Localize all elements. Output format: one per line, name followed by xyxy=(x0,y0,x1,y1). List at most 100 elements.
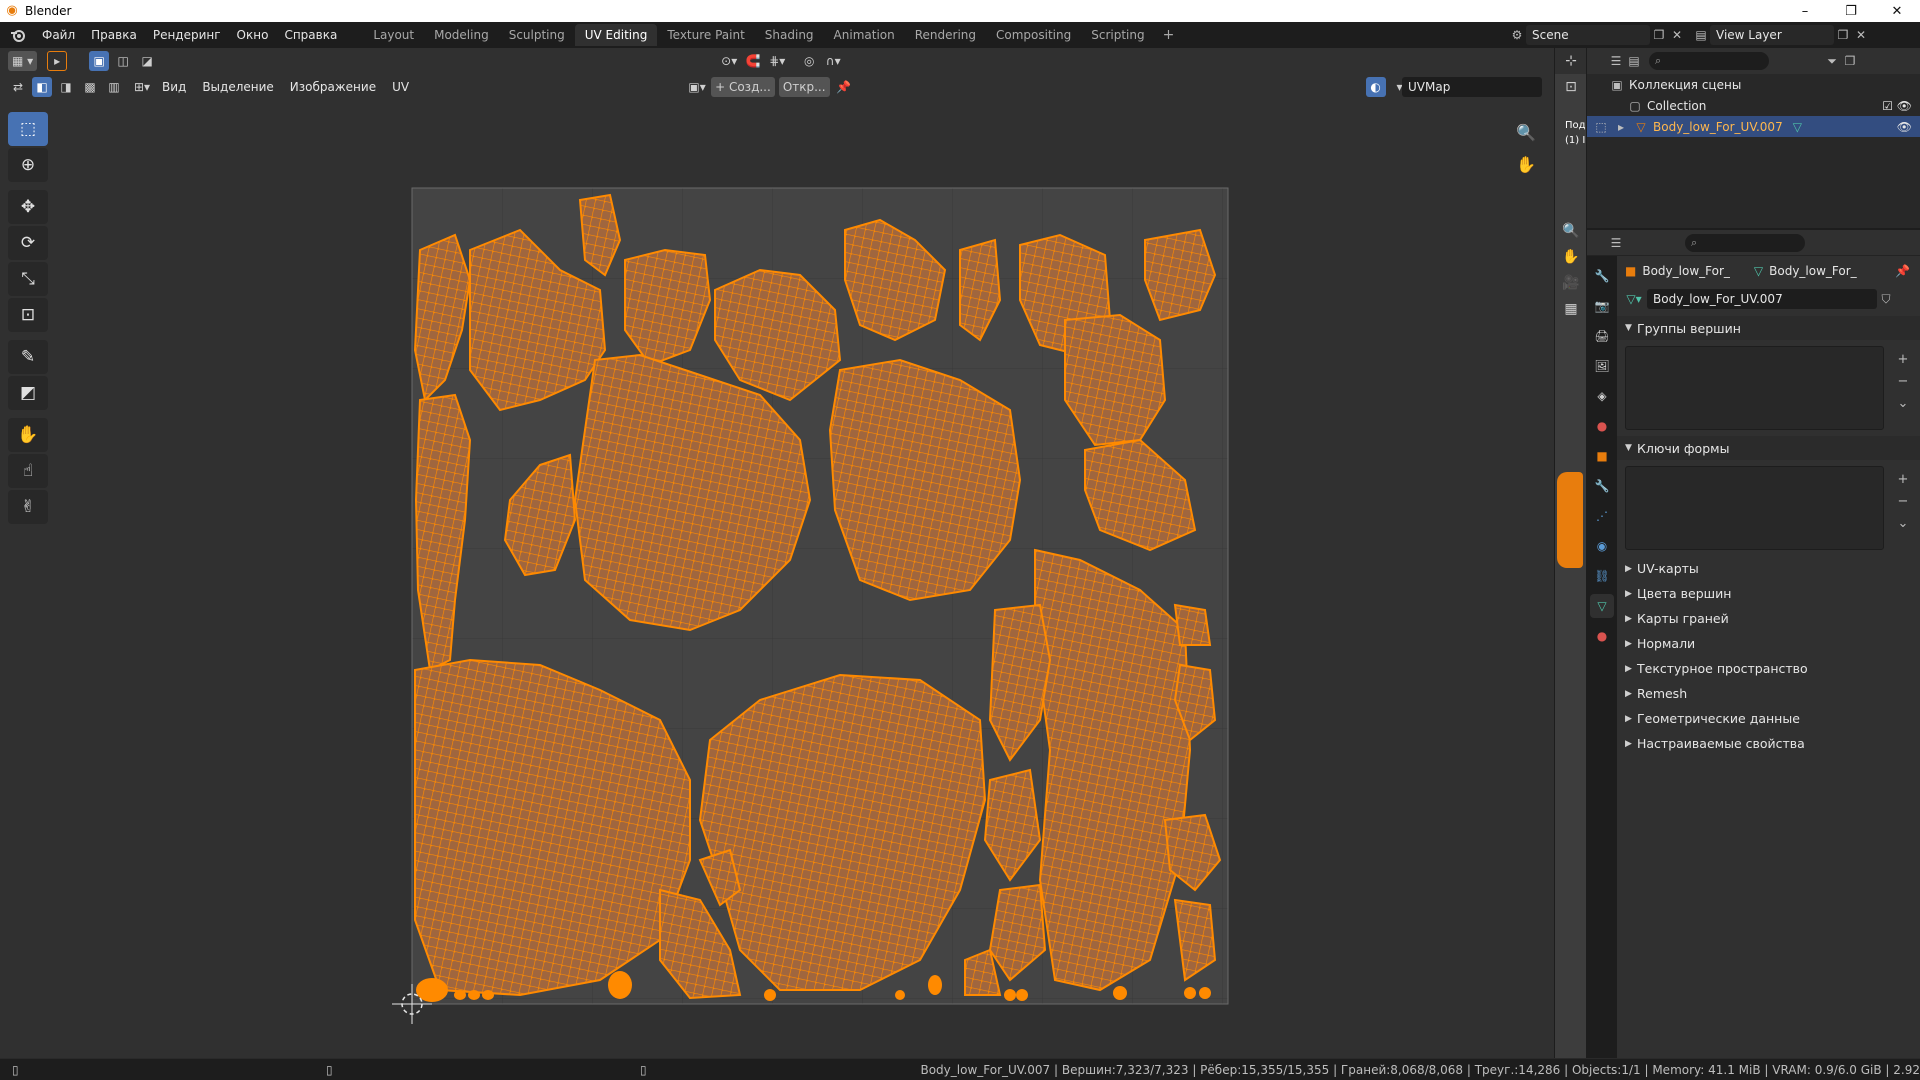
panel-uv-maps[interactable]: ▶ UV-карты xyxy=(1617,556,1920,581)
scene-tab-icon[interactable]: ◈ xyxy=(1590,384,1614,408)
panel-face-maps[interactable]: ▶ Карты граней xyxy=(1617,606,1920,631)
properties-editor-type-icon[interactable]: ☰ xyxy=(1607,234,1625,252)
panel-geometry-data[interactable]: ▶ Геометрические данные xyxy=(1617,706,1920,731)
pin-icon[interactable]: 📌 xyxy=(834,77,854,97)
select-subtract-icon[interactable]: ◪ xyxy=(137,51,157,71)
view-layer-tab-icon[interactable]: 🖼 xyxy=(1590,354,1614,378)
add-workspace-button[interactable]: + xyxy=(1155,27,1183,43)
tab-rendering[interactable]: Rendering xyxy=(905,24,986,46)
view3d-pan-icon[interactable]: ✋ xyxy=(1558,244,1584,270)
maximize-button[interactable]: ❐ xyxy=(1828,0,1874,22)
world-tab-icon[interactable]: ● xyxy=(1590,414,1614,438)
filter-icon[interactable]: ⏷ xyxy=(1823,52,1841,70)
add-vertex-group-button[interactable]: + xyxy=(1893,349,1913,371)
scene-icon[interactable]: ⚙ xyxy=(1508,26,1526,44)
output-tab-icon[interactable]: 🖨 xyxy=(1590,324,1614,348)
select-extend-icon[interactable]: ◫ xyxy=(113,51,133,71)
view-layer-field[interactable]: View Layer xyxy=(1710,25,1834,45)
menu-image[interactable]: Изображение xyxy=(282,80,384,94)
remove-vertex-group-button[interactable]: − xyxy=(1893,371,1913,393)
panel-custom-properties[interactable]: ▶ Настраиваемые свойства xyxy=(1617,731,1920,756)
outliner-editor-type-icon[interactable]: ☰ xyxy=(1607,52,1625,70)
mesh-name-field[interactable]: Body_low_For_UV.007 xyxy=(1647,289,1877,309)
minimize-button[interactable]: – xyxy=(1782,0,1828,22)
menu-select[interactable]: Выделение xyxy=(194,80,281,94)
delete-scene-icon[interactable]: ✕ xyxy=(1668,26,1686,44)
uvmap-field[interactable]: UVMap xyxy=(1402,77,1542,97)
fake-user-icon[interactable]: ⛉ xyxy=(1877,290,1895,308)
context-object-label[interactable]: Body_low_For_ xyxy=(1642,264,1730,278)
tab-shading[interactable]: Shading xyxy=(755,24,824,46)
new-collection-icon[interactable]: ❐ xyxy=(1841,52,1859,70)
material-tab-icon[interactable]: ● xyxy=(1590,624,1614,648)
new-image-button[interactable]: + Созд... xyxy=(711,77,775,97)
island-select-icon[interactable]: ▥ xyxy=(104,77,124,97)
outliner-row-collection[interactable]: ▢ Collection ☑ 👁 xyxy=(1587,95,1920,116)
modifiers-tab-icon[interactable]: 🔧 xyxy=(1590,474,1614,498)
new-view-layer-icon[interactable]: ❐ xyxy=(1834,26,1852,44)
face-select-icon[interactable]: ▩ xyxy=(80,77,100,97)
menu-render[interactable]: Рендеринг xyxy=(145,22,229,48)
mesh-data-tab-icon[interactable]: ▽ xyxy=(1590,594,1614,618)
tab-modeling[interactable]: Modeling xyxy=(424,24,499,46)
uv-layout-svg[interactable] xyxy=(0,100,1554,1058)
tab-texture-paint[interactable]: Texture Paint xyxy=(657,24,754,46)
select-new-icon[interactable]: ▣ xyxy=(89,51,110,71)
panel-remesh[interactable]: ▶ Remesh xyxy=(1617,681,1920,706)
panel-shape-keys[interactable]: ▼ Ключи формы xyxy=(1617,436,1920,460)
sticky-select-icon[interactable]: ⊞▾ xyxy=(132,77,152,97)
panel-texture-space[interactable]: ▶ Текстурное пространство xyxy=(1617,656,1920,681)
view3d-toolbar-icon[interactable]: ⊡ xyxy=(1558,74,1584,100)
context-mesh-label[interactable]: Body_low_For_ xyxy=(1769,264,1857,278)
mode-select-icon[interactable]: ▸ xyxy=(47,51,68,71)
3d-viewport-strip[interactable]: ⊹ ⊡ Под (1) I 🔍 ✋ 🎥 ▦ xyxy=(1554,48,1586,1058)
editor-type-icon[interactable]: ▦ ▾ xyxy=(8,51,38,71)
render-tab-icon[interactable]: 📷 xyxy=(1590,294,1614,318)
collection-visibility-icons[interactable]: ☑ 👁 xyxy=(1882,99,1912,113)
menu-file[interactable]: Файл xyxy=(34,22,83,48)
tab-animation[interactable]: Animation xyxy=(824,24,905,46)
view-layer-icon[interactable]: ▤ xyxy=(1692,26,1710,44)
snap-target-icon[interactable]: ⋕▾ xyxy=(767,51,787,71)
shape-keys-list[interactable]: + − ⌄ xyxy=(1625,466,1908,550)
outliner-search-input[interactable]: ⌕ xyxy=(1649,52,1769,70)
outliner-row-body-mesh[interactable]: ⬚ ▸ ▽ Body_low_For_UV.007 ▽ 👁 xyxy=(1587,116,1920,137)
menu-edit[interactable]: Правка xyxy=(83,22,145,48)
add-shape-key-button[interactable]: + xyxy=(1893,469,1913,491)
proportional-edit-icon[interactable]: ◎ xyxy=(799,51,819,71)
tool-tab-icon[interactable]: 🔧 xyxy=(1590,264,1614,288)
uv-sync-icon[interactable]: ⇄ xyxy=(8,77,28,97)
delete-view-layer-icon[interactable]: ✕ xyxy=(1852,26,1870,44)
uv-canvas[interactable] xyxy=(0,100,1554,1058)
display-mode-icon[interactable]: ▤ xyxy=(1625,52,1643,70)
image-browse-icon[interactable]: ▣▾ xyxy=(687,77,707,97)
snap-icon[interactable]: 🧲 xyxy=(743,51,763,71)
object-visibility-icon[interactable]: 👁 xyxy=(1897,120,1912,134)
menu-window[interactable]: Окно xyxy=(229,22,277,48)
remove-shape-key-button[interactable]: − xyxy=(1893,491,1913,513)
falloff-icon[interactable]: ∩▾ xyxy=(823,51,843,71)
tab-layout[interactable]: Layout xyxy=(363,24,424,46)
panel-vertex-groups[interactable]: ▼ Группы вершин xyxy=(1617,316,1920,340)
blender-menu-icon[interactable] xyxy=(8,25,28,45)
physics-tab-icon[interactable]: ◉ xyxy=(1590,534,1614,558)
menu-view[interactable]: Вид xyxy=(154,80,194,94)
view3d-grid-icon[interactable]: ▦ xyxy=(1558,296,1584,322)
particles-tab-icon[interactable]: ⋰ xyxy=(1590,504,1614,528)
tab-uv-editing[interactable]: UV Editing xyxy=(574,24,658,46)
vertex-select-icon[interactable]: ◧ xyxy=(32,77,52,97)
properties-search-input[interactable]: ⌕ xyxy=(1685,233,1805,252)
edge-select-icon[interactable]: ◨ xyxy=(56,77,76,97)
view3d-zoom-icon[interactable]: 🔍 xyxy=(1558,218,1584,244)
constraints-tab-icon[interactable]: ⛓ xyxy=(1590,564,1614,588)
object-tab-icon[interactable]: ■ xyxy=(1590,444,1614,468)
view3d-editor-type-icon[interactable]: ⊹ xyxy=(1558,48,1584,74)
scene-name-field[interactable]: Scene xyxy=(1526,25,1650,45)
close-button[interactable]: ✕ xyxy=(1874,0,1920,22)
pivot-icon[interactable]: ⊙▾ xyxy=(719,51,739,71)
tab-scripting[interactable]: Scripting xyxy=(1081,24,1154,46)
pan-hand-icon[interactable]: ✋ xyxy=(1512,150,1540,178)
edit-mode-icon[interactable]: ⬚ xyxy=(1593,120,1609,134)
view3d-camera-icon[interactable]: 🎥 xyxy=(1558,270,1584,296)
panel-vertex-colors[interactable]: ▶ Цвета вершин xyxy=(1617,581,1920,606)
